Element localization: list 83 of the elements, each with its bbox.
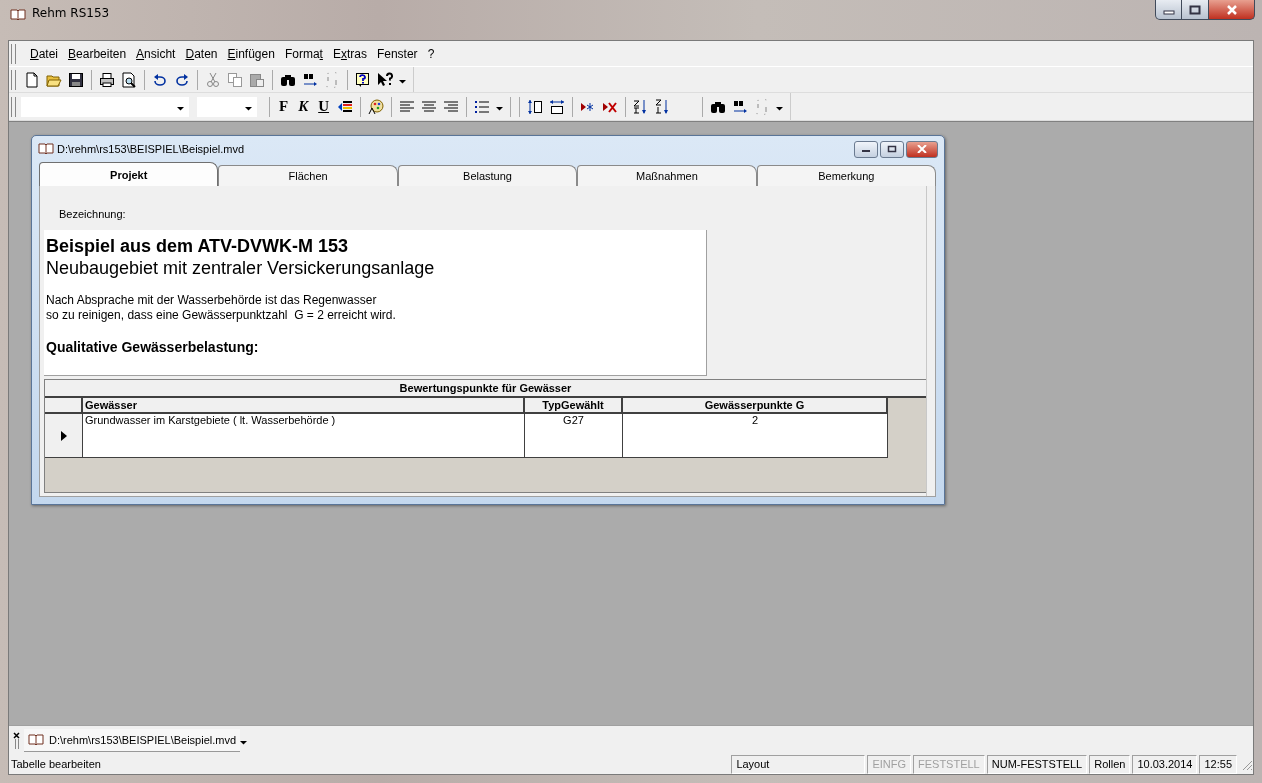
printer-icon[interactable] bbox=[99, 71, 115, 88]
minimize-button[interactable] bbox=[1155, 0, 1182, 20]
toolbar-grip[interactable] bbox=[11, 96, 16, 117]
tab[interactable]: Maßnahmen bbox=[577, 165, 757, 186]
tab[interactable]: Bemerkung bbox=[756, 165, 937, 186]
close-icon[interactable] bbox=[13, 732, 20, 739]
italic-button[interactable]: K bbox=[293, 98, 314, 115]
status-message: Tabelle bearbeiten bbox=[10, 757, 102, 772]
status-panel: Layout bbox=[731, 755, 866, 774]
maximize-button[interactable] bbox=[1182, 0, 1209, 20]
document-tab[interactable]: D:\rehm\rs153\BEISPIEL\Beispiel.mvd bbox=[24, 729, 241, 752]
section-label: Qualitative Gewässerbelastung: bbox=[46, 338, 259, 356]
find-next-icon[interactable] bbox=[302, 71, 318, 88]
maximize-button[interactable] bbox=[880, 140, 904, 158]
align-left-icon[interactable] bbox=[399, 98, 416, 115]
status-panel: 12:55 bbox=[1199, 755, 1237, 774]
new-document-icon[interactable] bbox=[24, 71, 40, 88]
close-icon bbox=[917, 145, 927, 153]
column-header[interactable]: TypGewählt bbox=[525, 398, 623, 414]
tab[interactable]: Flächen bbox=[218, 165, 398, 186]
menu-item[interactable]: Daten bbox=[180, 44, 223, 63]
align-center-icon[interactable] bbox=[421, 98, 438, 115]
column-header[interactable]: Gewässerpunkte G bbox=[623, 398, 888, 414]
row-header[interactable] bbox=[45, 414, 83, 458]
help-icon[interactable] bbox=[355, 71, 371, 88]
menu-item[interactable]: Ansicht bbox=[131, 44, 181, 63]
paragraph-line: Nach Absprache mit der Wasserbehörde ist das Regenwasser bbox=[46, 293, 377, 308]
maximize-icon bbox=[887, 145, 897, 153]
palette-icon[interactable] bbox=[368, 98, 385, 115]
book-icon bbox=[38, 141, 54, 157]
table-cell: G27 bbox=[525, 414, 623, 458]
menu-item[interactable]: Fenster bbox=[371, 44, 423, 63]
book-icon bbox=[10, 7, 26, 23]
underline-button[interactable]: U bbox=[313, 98, 335, 115]
menu-item[interactable]: ? bbox=[422, 44, 440, 63]
close-button[interactable] bbox=[1209, 0, 1255, 20]
close-icon bbox=[1225, 4, 1238, 15]
pointer-question-icon[interactable] bbox=[377, 71, 393, 88]
line-spacing-icon[interactable] bbox=[527, 98, 544, 115]
cut-icon[interactable] bbox=[205, 71, 221, 88]
copy-icon[interactable] bbox=[227, 71, 243, 88]
book-icon bbox=[28, 732, 44, 748]
undo-icon[interactable] bbox=[152, 71, 168, 88]
close-button[interactable] bbox=[906, 140, 938, 158]
status-panel: 10.03.2014 bbox=[1132, 755, 1198, 774]
window-title: Rehm RS153 bbox=[32, 6, 111, 20]
column-header[interactable]: Gewässer bbox=[83, 398, 525, 414]
status-panel: EINFG bbox=[867, 755, 911, 774]
menu-item[interactable]: Bearbeiten bbox=[63, 44, 132, 63]
menu-item[interactable]: Format bbox=[279, 44, 328, 63]
menu-item[interactable]: Datei bbox=[25, 44, 64, 63]
header-corner bbox=[45, 398, 83, 414]
description-field[interactable] bbox=[44, 230, 707, 376]
table-cell: Grundwasser im Karstgebiete ( lt. Wasserbehörde ) bbox=[83, 414, 525, 458]
align-right-icon[interactable] bbox=[443, 98, 460, 115]
subheading: Neubaugebiet mit zentraler Versickerungsanlage bbox=[46, 257, 435, 279]
bulleted-list-icon[interactable] bbox=[474, 98, 491, 115]
toolbar-grip[interactable] bbox=[11, 43, 16, 64]
tab[interactable]: Projekt bbox=[39, 162, 219, 186]
menu-item[interactable]: Einfügen bbox=[222, 44, 280, 63]
column-width-icon[interactable] bbox=[549, 98, 566, 115]
bold-button[interactable]: F bbox=[274, 98, 294, 115]
status-panel: NUM-FESTSTELL bbox=[986, 755, 1088, 774]
menu-item[interactable]: Extras bbox=[327, 44, 372, 63]
highlight-icon[interactable] bbox=[337, 98, 354, 115]
table-cell: 2 bbox=[623, 414, 888, 458]
toolbar-grip[interactable] bbox=[13, 739, 20, 749]
print-preview-icon[interactable] bbox=[121, 71, 137, 88]
tab[interactable]: Belastung bbox=[397, 165, 578, 186]
paragraph-line: so zu reinigen, dass eine Gewässerpunktzahl G = 2 erreicht wird. bbox=[46, 308, 396, 323]
find-next-icon[interactable] bbox=[732, 98, 749, 115]
maximize-icon bbox=[1189, 4, 1201, 15]
save-icon[interactable] bbox=[68, 71, 84, 88]
status-panel: Rollen bbox=[1089, 755, 1131, 774]
paste-icon[interactable] bbox=[249, 71, 265, 88]
minimize-button[interactable] bbox=[854, 140, 878, 158]
toolbar-grip[interactable] bbox=[11, 69, 16, 90]
field-label: Bezeichnung: bbox=[59, 208, 126, 220]
document-heading: Beispiel aus dem ATV-DVWK-M 153 bbox=[46, 235, 349, 257]
document-title: D:\rehm\rs153\BEISPIEL\Beispiel.mvd bbox=[57, 143, 246, 155]
status-panel: FESTSTELL bbox=[913, 755, 985, 774]
redo-icon[interactable] bbox=[174, 71, 190, 88]
grid-caption: Bewertungspunkte für Gewässer bbox=[45, 380, 926, 398]
